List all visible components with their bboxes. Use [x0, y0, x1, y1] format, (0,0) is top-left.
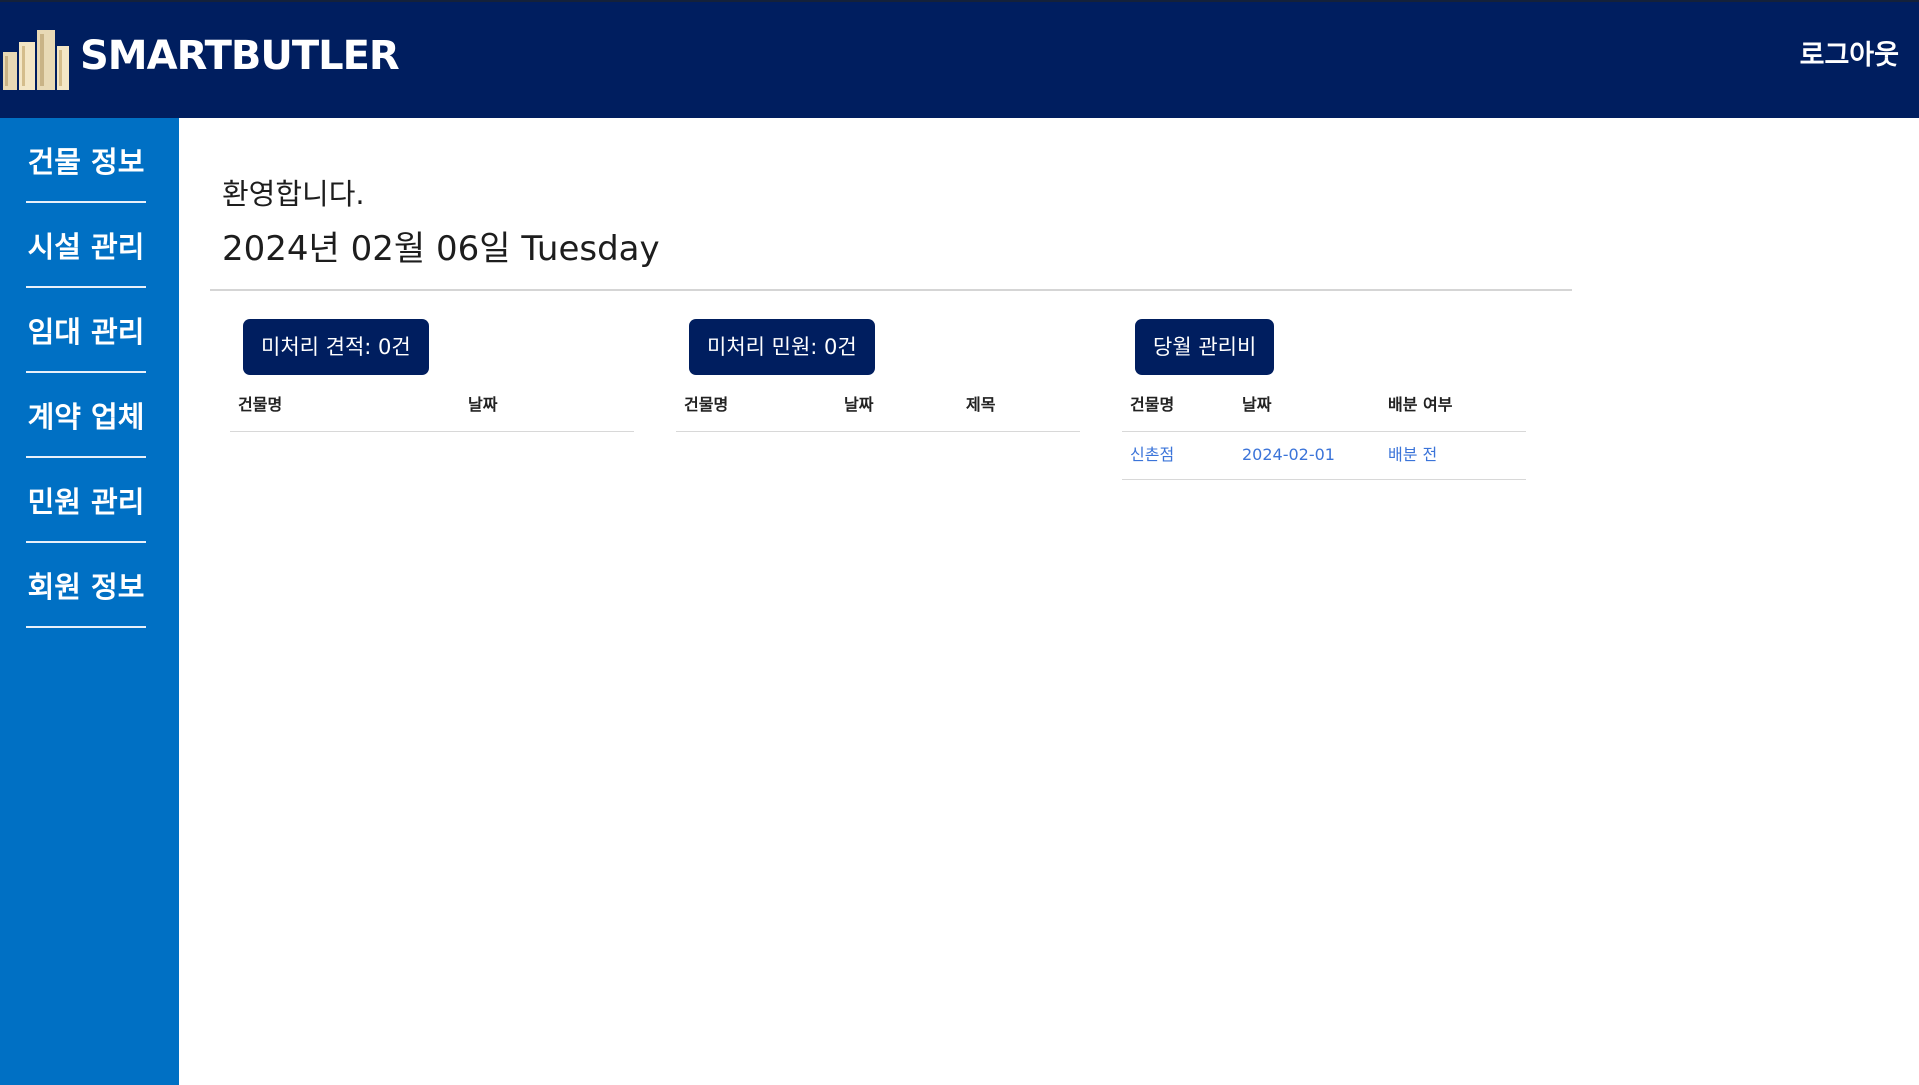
- sidebar-item-label: 임대 관리: [27, 315, 145, 349]
- sidebar-item-label: 건물 정보: [27, 145, 145, 179]
- sidebar-item-label: 계약 업체: [27, 400, 145, 434]
- column-header-title[interactable]: 제목: [966, 395, 995, 415]
- sidebar-item-lease[interactable]: 임대 관리: [26, 288, 146, 373]
- sidebar-item-complaints[interactable]: 민원 관리: [26, 458, 146, 543]
- table-header: [1122, 394, 1526, 432]
- sidebar-item-building-info[interactable]: 건물 정보: [26, 118, 146, 203]
- brand-name[interactable]: SMARTBUTLER: [80, 32, 400, 80]
- sidebar-item-members[interactable]: 회원 정보: [26, 543, 146, 628]
- column-header-building[interactable]: 건물명: [1130, 395, 1174, 415]
- sidebar-item-label: 민원 관리: [27, 485, 145, 519]
- divider: [210, 289, 1572, 291]
- current-date: 2024년 02월 06일 Tuesday: [222, 229, 660, 269]
- column-header-date[interactable]: 날짜: [468, 395, 497, 415]
- sidebar-item-label: 시설 관리: [27, 230, 145, 264]
- column-header-date[interactable]: 날짜: [844, 395, 873, 415]
- cell-date[interactable]: 2024-02-01: [1242, 445, 1335, 465]
- logout-button[interactable]: 로그아웃: [1800, 38, 1899, 74]
- sidebar-item-label: 회원 정보: [27, 570, 145, 604]
- sidebar-item-contractors[interactable]: 계약 업체: [26, 373, 146, 458]
- column-header-building[interactable]: 건물명: [684, 395, 728, 415]
- column-header-date[interactable]: 날짜: [1242, 395, 1271, 415]
- top-header: SMARTBUTLER 로그아웃: [0, 0, 1919, 118]
- sidebar-item-facility[interactable]: 시설 관리: [26, 203, 146, 288]
- sidebar: 건물 정보 시설 관리 임대 관리 계약 업체 민원 관리 회원 정보: [0, 118, 179, 1085]
- table-header: [230, 394, 634, 432]
- table-header: [676, 394, 1080, 432]
- pending-complaints-button[interactable]: 미처리 민원: 0건: [689, 319, 875, 375]
- welcome-text: 환영합니다.: [222, 177, 365, 211]
- pending-quotes-button[interactable]: 미처리 견적: 0건: [243, 319, 429, 375]
- cell-distribution-status[interactable]: 배분 전: [1388, 445, 1437, 465]
- column-header-distribution[interactable]: 배분 여부: [1388, 395, 1452, 415]
- column-header-building[interactable]: 건물명: [238, 395, 282, 415]
- cell-building[interactable]: 신촌점: [1130, 445, 1174, 465]
- monthly-fee-button[interactable]: 당월 관리비: [1135, 319, 1275, 375]
- buildings-icon: [3, 30, 69, 90]
